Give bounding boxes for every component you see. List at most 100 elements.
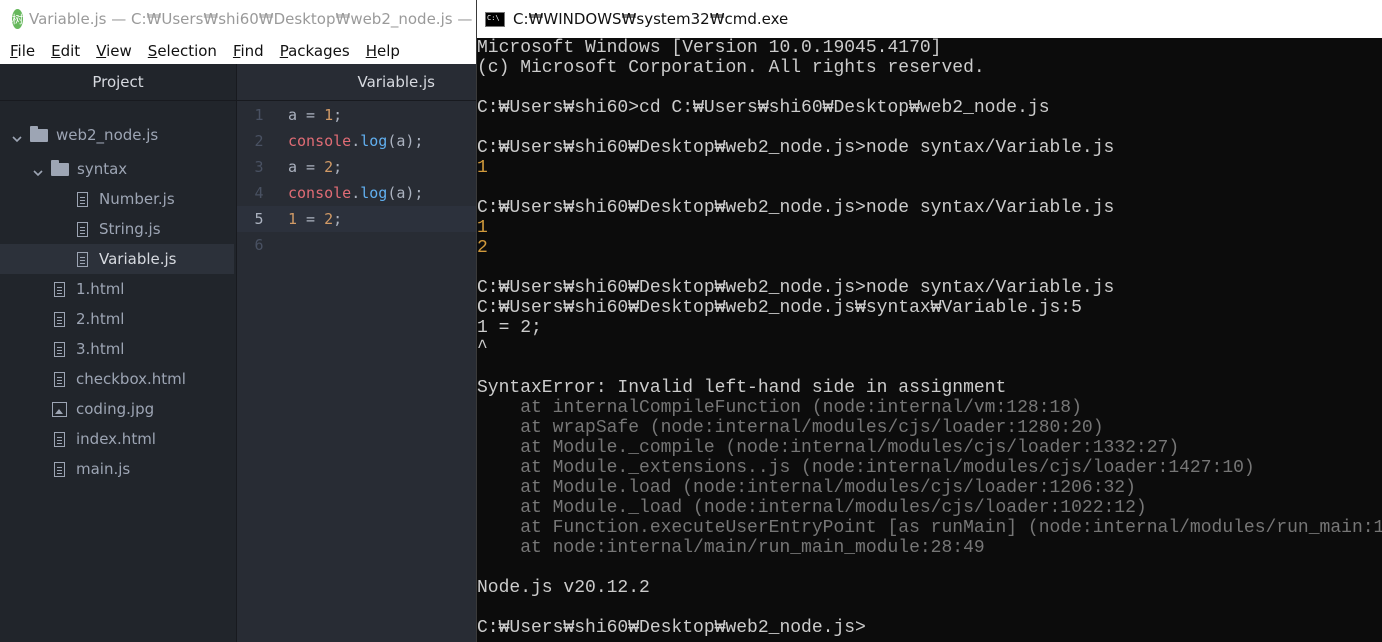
tree-file[interactable]: index.html [0, 424, 234, 454]
tree-folder[interactable]: web2_node.js [0, 120, 234, 150]
project-panel-header[interactable]: Project [0, 64, 236, 101]
console-output[interactable]: Microsoft Windows [Version 10.0.19045.41… [477, 38, 1382, 642]
file-text-icon [77, 221, 88, 237]
code-token: (a); [387, 184, 424, 202]
menu-item-label: ile [17, 42, 36, 60]
console-line: 2 [477, 238, 488, 258]
tree-file[interactable]: 2.html [0, 304, 234, 334]
code-token: console [288, 132, 352, 150]
console-line: at node:internal/main/run_main_module:28… [477, 538, 985, 558]
atom-title-bar[interactable]: 树 Variable.js — C:₩Users₩shi60₩Desktop₩w… [0, 0, 517, 38]
menu-item[interactable]: Find [233, 42, 264, 60]
line-number: 5 [254, 210, 264, 228]
code-token: log [360, 132, 388, 150]
file-text-icon [77, 191, 88, 207]
console-line: at Function.executeUserEntryPoint [as ru… [477, 518, 1382, 538]
console-line: Microsoft Windows [Version 10.0.19045.41… [477, 38, 942, 58]
tree-file[interactable]: 3.html [0, 334, 234, 364]
chevron-down-icon[interactable] [33, 164, 43, 177]
code-token: . [351, 184, 361, 202]
console-line: at wrapSafe (node:internal/modules/cjs/l… [477, 418, 1104, 438]
menu-item[interactable]: Help [366, 42, 400, 60]
console-line: at internalCompileFunction (node:interna… [477, 398, 1082, 418]
code-token: (a); [387, 132, 424, 150]
menu-item-label: elp [376, 42, 400, 60]
tree-file[interactable]: main.js [0, 454, 234, 484]
line-number: 1 [254, 106, 264, 124]
console-line: at Module.load (node:internal/modules/cj… [477, 478, 1136, 498]
atom-menu-bar: File Edit View Selection Find Packages Help [0, 38, 476, 64]
line-number: 6 [254, 236, 264, 254]
cmd-window-title: C:₩WINDOWS₩system32₩cmd.exe [513, 10, 789, 28]
menu-item-label: ackages [288, 42, 350, 60]
tree-file[interactable]: 1.html [0, 274, 234, 304]
tree-file[interactable]: Variable.js [0, 244, 234, 274]
editor-pane[interactable]: Variable.js 1a = 1; 2 console.log(a); 3 a = … [237, 64, 476, 642]
menu-item[interactable]: File [10, 42, 35, 60]
tab-variable-js[interactable]: Variable.js [237, 64, 476, 100]
atom-window: 树 Variable.js — C:₩Users₩shi60₩Desktop₩w… [0, 0, 517, 642]
code-token: 1 [288, 210, 298, 228]
tree-item-label: 1.html [76, 280, 125, 298]
line-number: 4 [254, 184, 264, 202]
console-line: 1 = 2; [477, 318, 542, 338]
tree-file[interactable]: String.js [0, 214, 234, 244]
code-token: a [288, 106, 298, 124]
code-line[interactable]: 3 a = 2; [237, 154, 476, 180]
code-token: . [351, 132, 361, 150]
tree-item-label: checkbox.html [76, 370, 186, 388]
cmd-title-bar[interactable]: C:₩WINDOWS₩system32₩cmd.exe [477, 0, 1382, 38]
console-line: at Module._load (node:internal/modules/c… [477, 498, 1147, 518]
menu-item[interactable]: Selection [148, 42, 217, 60]
console-line: C:₩Users₩shi60₩Desktop₩web2_node.js>node… [477, 138, 1115, 158]
atom-logo-text: 树 [12, 13, 23, 26]
console-line: SyntaxError: Invalid left-hand side in a… [477, 378, 1007, 398]
console-line: ^ [477, 338, 488, 358]
code-token: 1 [324, 106, 334, 124]
menu-item-mnemonic: S [147, 42, 158, 60]
console-line: Node.js v20.12.2 [477, 578, 650, 598]
console-line: at Module._extensions..js (node:internal… [477, 458, 1255, 478]
console-line: C:₩Users₩shi60₩Desktop₩web2_node.js>node… [477, 278, 1115, 298]
file-text-icon [54, 281, 65, 297]
line-number: 2 [254, 132, 264, 150]
code-line[interactable]: 2 console.log(a); [237, 128, 476, 154]
code-line[interactable]: 4 console.log(a); [237, 180, 476, 206]
console-line: C:₩Users₩shi60>cd C:₩Users₩shi60₩Desktop… [477, 98, 1050, 118]
code-text: console.log(a); [288, 132, 423, 150]
atom-window-title: Variable.js — C:₩Users₩shi60₩Desktop₩web… [29, 10, 517, 28]
menu-item[interactable]: Edit [51, 42, 80, 60]
code-line[interactable]: 5 1 = 2; [237, 206, 476, 232]
menu-item-mnemonic: V [96, 42, 107, 60]
menu-item-mnemonic: P [279, 42, 289, 60]
console-line: 1 [477, 158, 488, 178]
tab-label: Variable.js [357, 73, 435, 91]
folder-icon [30, 125, 48, 142]
console-line: C:₩Users₩shi60₩Desktop₩web2_node.js₩synt… [477, 298, 1082, 318]
code-text: a = 2; [288, 158, 342, 176]
code-token: a [288, 158, 298, 176]
menu-item-mnemonic: F [10, 42, 18, 60]
tree-file[interactable]: coding.jpg [0, 394, 234, 424]
tree-file[interactable]: checkbox.html [0, 364, 234, 394]
code-text: a = 1; [288, 106, 342, 124]
code-line[interactable]: 6 [237, 232, 476, 258]
atom-logo-icon: 树 [12, 9, 23, 29]
tree-item-label: Variable.js [99, 250, 177, 268]
folder-icon [51, 159, 69, 176]
menu-item[interactable]: Packages [280, 42, 350, 60]
tree-item-label: main.js [76, 460, 131, 478]
menu-item-label: iew [106, 42, 132, 60]
project-tree-panel: Project web2_node.jssyntax Number.js Strin… [0, 64, 237, 642]
tree-item-label: coding.jpg [76, 400, 155, 418]
tree-folder[interactable]: syntax [0, 154, 234, 184]
code-token: = [297, 158, 325, 176]
code-token: = [297, 210, 325, 228]
chevron-down-icon[interactable] [12, 130, 22, 143]
tree-file[interactable]: Number.js [0, 184, 234, 214]
code-line[interactable]: 1a = 1; [237, 102, 476, 128]
menu-item[interactable]: View [96, 42, 132, 60]
code-text: console.log(a); [288, 184, 423, 202]
tree-item-label: index.html [76, 430, 156, 448]
image-file-icon [52, 401, 67, 417]
